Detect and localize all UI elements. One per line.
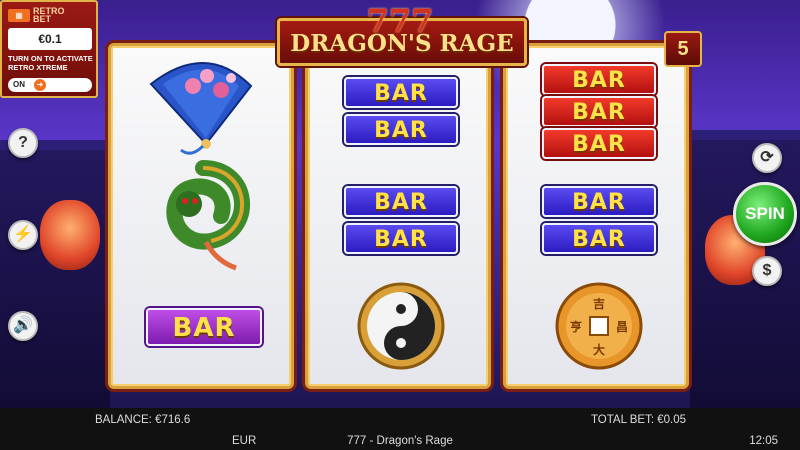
coin-symbol: 吉 大 亨 昌 (555, 282, 643, 370)
pagoda-roof-right (680, 130, 800, 140)
retro-bet-logo: ▦ RETRO BET (8, 6, 73, 24)
retro-bet-panel: ▦ RETRO BET €0.1 TURN ON TO ACTIVATE RET… (0, 0, 98, 98)
retro-hint: TURN ON TO ACTIVATE RETRO XTREME (8, 54, 93, 72)
retro-toggle[interactable]: ON ➜ (8, 78, 92, 92)
retro-bet-value[interactable]: €0.1 (8, 28, 92, 50)
lines-badge: 5 (664, 31, 702, 67)
total-bet-label: TOTAL BET: €0.05 (590, 414, 686, 426)
coin-glyph-left: 亨 (570, 319, 582, 334)
clock: 12:05 (749, 435, 778, 447)
pagoda-left (0, 150, 110, 408)
yin-yang-symbol (357, 282, 445, 370)
retro-logo-text: RETRO BET (33, 6, 65, 24)
bet-settings-button[interactable]: $ (752, 256, 782, 286)
sound-button[interactable]: 🔊 (8, 311, 38, 341)
toggle-arrow-icon: ➜ (34, 79, 46, 91)
help-button[interactable]: ? (8, 128, 38, 158)
coin-glyph-right: 昌 (616, 320, 628, 334)
autoplay-button[interactable]: ⟳ (752, 143, 782, 173)
coin-glyph-bottom: 大 (593, 342, 605, 357)
reel-1: BAR (108, 43, 294, 389)
game-title: DRAGON'S RAGE (290, 30, 514, 57)
lantern-left (40, 200, 100, 270)
reel-3: BAR BAR BAR BAR BAR 吉 大 亨 昌 (503, 43, 689, 389)
spin-button[interactable]: SPIN (733, 182, 797, 246)
game-name-label: 777 - Dragon's Rage (347, 435, 453, 447)
coin-glyph-top: 吉 (593, 296, 605, 311)
toggle-label: ON (13, 80, 25, 89)
retro-icon: ▦ (8, 8, 30, 22)
bar-symbol: BAR (146, 308, 262, 346)
reel-2: BAR BAR BAR BAR (305, 43, 491, 389)
turbo-button[interactable]: ⚡ (8, 220, 38, 250)
balance-label: BALANCE: €716.6 (95, 414, 191, 426)
status-bar: BALANCE: €716.6 TOTAL BET: €0.05 EUR 777… (0, 408, 800, 450)
